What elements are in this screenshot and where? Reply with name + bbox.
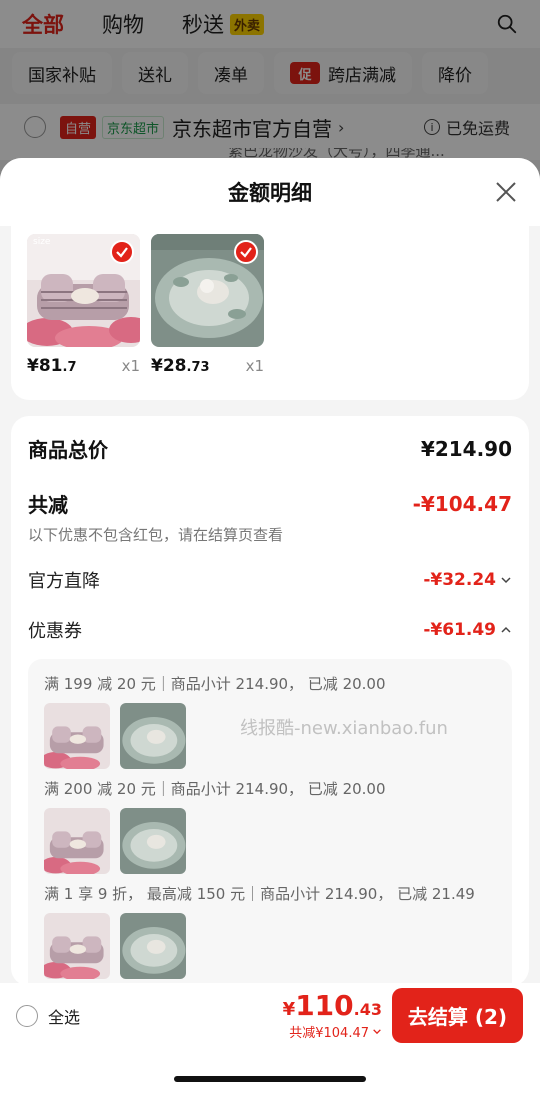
official-discount-value: -¥32.24	[423, 570, 512, 590]
total-price-label: 商品总价	[28, 438, 108, 462]
amount-detail-sheet: 金额明细 size ¥81.7 x1 ¥28.73 x1 商品总价 ¥214.9…	[0, 158, 540, 1095]
product-thumb-cooling-mat	[120, 703, 186, 769]
checkout-button[interactable]: 去结算 (2)	[392, 988, 523, 1043]
discount-row: 共减 -¥104.47	[28, 489, 512, 518]
coupon-detail-list: 满 199 减 20 元｜商品小计 214.90， 已减 20.00 满 200…	[28, 659, 512, 986]
chevron-down-icon	[501, 577, 511, 584]
coupon-label: 优惠券	[28, 621, 82, 642]
select-all-radio[interactable]	[16, 1005, 38, 1027]
discount-note: 以下优惠不包含红包，请在结算页查看	[28, 526, 284, 544]
svg-text:size: size	[33, 237, 51, 247]
official-discount-row[interactable]: 官方直降 -¥32.24	[28, 567, 512, 593]
coupon-rule: 满 1 享 9 折， 最高减 150 元｜商品小计 214.90， 已减 21.…	[44, 885, 475, 903]
checked-icon[interactable]	[110, 240, 134, 264]
total-price-row: 商品总价 ¥214.90	[28, 434, 512, 463]
product-thumb-pet-sofa	[44, 913, 110, 979]
checked-icon[interactable]	[234, 240, 258, 264]
product-price: ¥81.7	[27, 356, 77, 376]
product-item[interactable]: ¥28.73 x1	[151, 234, 264, 400]
total-amount: ¥110.43	[282, 989, 382, 1022]
product-image-cooling-mat	[151, 234, 264, 347]
chevron-down-icon	[373, 1029, 381, 1035]
product-price: ¥28.73	[151, 356, 210, 376]
select-all[interactable]: 全选	[16, 1004, 80, 1028]
checkout-bar: 全选 ¥110.43 共减¥104.47 去结算 (2)	[0, 983, 540, 1049]
product-image-pet-sofa: size	[27, 234, 140, 347]
sheet-title: 金额明细	[228, 181, 312, 205]
product-item[interactable]: size ¥81.7 x1	[27, 234, 140, 400]
watermark: 线报酷-new.xianbao.fun	[240, 718, 448, 739]
discount-label: 共减	[28, 493, 68, 517]
total-discount[interactable]: 共减¥104.47	[283, 1022, 382, 1041]
product-qty: x1	[121, 357, 140, 375]
product-thumb-cooling-mat	[120, 808, 186, 874]
official-discount-label: 官方直降	[28, 571, 100, 592]
discount-value: -¥104.47	[412, 491, 512, 516]
product-qty: x1	[245, 357, 264, 375]
coupon-row[interactable]: 优惠券 -¥61.49	[28, 617, 512, 643]
coupon-rule: 满 200 减 20 元｜商品小计 214.90， 已减 20.00	[44, 780, 386, 798]
coupon-value: -¥61.49	[423, 620, 512, 640]
total-block: ¥110.43 共减¥104.47	[283, 989, 382, 1041]
selected-products: size ¥81.7 x1 ¥28.73 x1	[11, 226, 529, 400]
coupon-products	[44, 808, 496, 874]
chevron-up-icon	[501, 626, 511, 633]
home-indicator[interactable]	[174, 1076, 366, 1082]
close-icon[interactable]	[494, 180, 518, 204]
coupon-products	[44, 913, 496, 979]
product-thumb-pet-sofa	[44, 808, 110, 874]
select-all-label: 全选	[48, 1008, 81, 1027]
total-price-value: ¥214.90	[420, 436, 512, 461]
price-summary: 商品总价 ¥214.90 共减 -¥104.47 以下优惠不包含红包，请在结算页…	[11, 416, 529, 986]
home-indicator-area	[0, 1049, 540, 1095]
product-thumb-cooling-mat	[120, 913, 186, 979]
product-thumb-pet-sofa	[44, 703, 110, 769]
coupon-rule: 满 199 减 20 元｜商品小计 214.90， 已减 20.00	[44, 675, 386, 693]
sheet-header: 金额明细	[0, 158, 540, 226]
